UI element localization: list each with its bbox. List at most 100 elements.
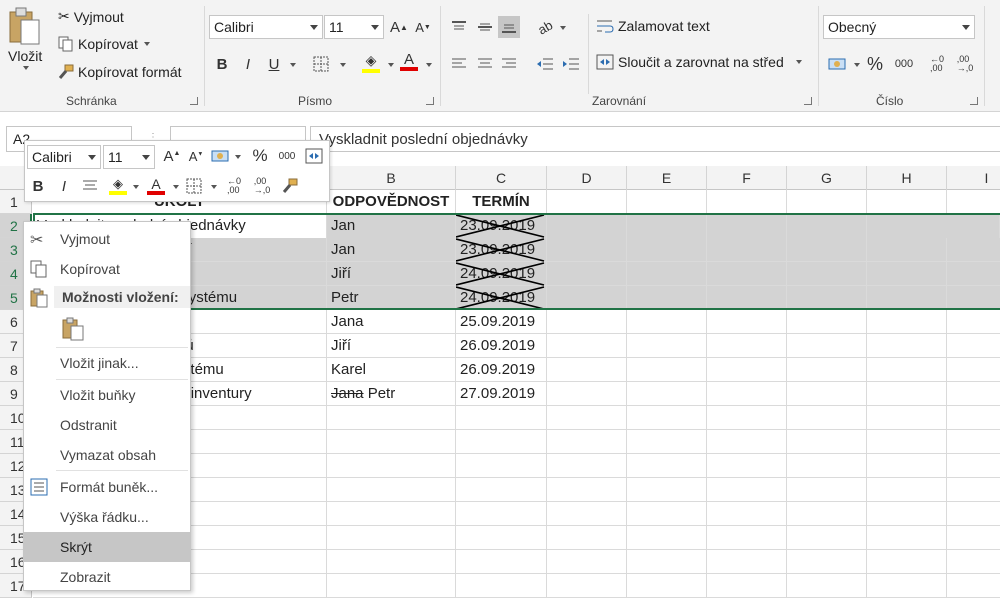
cell[interactable] [547,406,627,430]
cell[interactable] [707,238,787,262]
align-bottom-button[interactable] [498,16,520,38]
cell[interactable] [547,574,627,598]
cell[interactable]: Jana Petr [327,382,456,406]
font-name-select[interactable]: Calibri [209,15,323,39]
cell[interactable] [547,286,627,310]
chevron-down-icon[interactable] [235,155,241,159]
cell[interactable] [787,310,867,334]
copy-button[interactable]: Kopírovat [58,36,150,52]
number-launcher-icon[interactable] [970,97,978,105]
paste-button[interactable]: Vložit [8,6,42,70]
align-center-button[interactable] [474,53,496,75]
chevron-down-icon[interactable] [211,185,217,189]
menu-item-unhide[interactable]: Zobrazit [24,562,190,592]
cell[interactable] [787,238,867,262]
increase-indent-button[interactable] [560,53,582,75]
cell[interactable] [547,526,627,550]
cell[interactable] [547,502,627,526]
cell[interactable] [707,478,787,502]
cell[interactable] [627,478,707,502]
menu-item-insert-cells[interactable]: Vložit buňky [24,380,190,410]
cell[interactable] [627,382,707,406]
cell[interactable] [627,358,707,382]
cell[interactable] [456,550,547,574]
cell[interactable] [707,358,787,382]
cell[interactable] [627,406,707,430]
cell[interactable] [456,526,547,550]
cell[interactable] [456,406,547,430]
cell[interactable] [547,478,627,502]
column-header-f[interactable]: F [707,166,787,190]
cell[interactable]: ODPOVĚDNOST [327,190,456,214]
cell[interactable] [456,478,547,502]
column-header-d[interactable]: D [547,166,627,190]
cell[interactable] [456,574,547,598]
font-size-select[interactable]: 11 [324,15,384,39]
cell[interactable] [547,358,627,382]
column-header-h[interactable]: H [867,166,947,190]
increase-decimal-button[interactable]: ←0,00 [926,53,948,75]
cell[interactable] [867,502,947,526]
column-header-e[interactable]: E [627,166,707,190]
cell[interactable] [867,406,947,430]
cell[interactable] [787,526,867,550]
cell[interactable]: 23.09.2019 [456,214,547,238]
cell[interactable] [787,406,867,430]
cell[interactable] [707,286,787,310]
mini-italic-button[interactable]: I [53,175,75,197]
cell[interactable] [867,454,947,478]
cell[interactable] [627,334,707,358]
cell[interactable] [707,526,787,550]
cell[interactable] [327,406,456,430]
cell[interactable] [456,454,547,478]
cell[interactable] [707,430,787,454]
cut-button[interactable]: ✂ Vyjmout [58,8,124,25]
cell[interactable] [787,334,867,358]
column-header-g[interactable]: G [787,166,867,190]
cell[interactable] [327,550,456,574]
cell[interactable] [456,430,547,454]
cell[interactable] [787,478,867,502]
menu-item-clear-contents[interactable]: Vymazat obsah [24,440,190,470]
cell[interactable] [707,406,787,430]
mini-font-name-select[interactable]: Calibri [27,145,101,169]
cell[interactable] [627,310,707,334]
cell[interactable] [787,550,867,574]
mini-format-painter-button[interactable] [279,175,301,197]
cell[interactable] [707,262,787,286]
cell[interactable] [627,526,707,550]
borders-button[interactable] [310,53,332,75]
cell[interactable] [627,502,707,526]
cell[interactable] [867,526,947,550]
cell[interactable] [707,574,787,598]
cell[interactable] [627,574,707,598]
mini-bold-button[interactable]: B [27,175,49,197]
chevron-down-icon[interactable] [173,185,179,189]
cell[interactable]: Jiří [327,262,456,286]
percent-button[interactable]: % [864,53,886,75]
cell[interactable] [627,238,707,262]
mini-borders-button[interactable] [183,175,205,197]
cell[interactable]: TERMÍN [456,190,547,214]
cell[interactable] [547,262,627,286]
chevron-down-icon[interactable] [133,185,139,189]
cell[interactable] [707,310,787,334]
cell[interactable]: 26.09.2019 [456,334,547,358]
cell[interactable] [707,382,787,406]
thousands-button[interactable]: 000 [892,53,916,75]
cell[interactable]: Jana [327,310,456,334]
cell[interactable] [327,502,456,526]
cell[interactable] [787,454,867,478]
number-format-select[interactable]: Obecný [823,15,975,39]
cell[interactable] [627,262,707,286]
mini-thousands-button[interactable]: 000 [275,145,299,167]
cell[interactable] [547,334,627,358]
mini-increase-decimal-button[interactable]: ←0,00 [223,175,245,197]
cell[interactable] [627,550,707,574]
cell[interactable] [867,334,947,358]
chevron-down-icon[interactable] [854,63,860,67]
fill-color-button[interactable]: ◈ [360,51,382,73]
decrease-decimal-button[interactable]: ,00 →,0 [954,53,976,75]
menu-item-row-height[interactable]: Výška řádku... [24,502,190,532]
paste-option-button[interactable] [60,316,86,342]
